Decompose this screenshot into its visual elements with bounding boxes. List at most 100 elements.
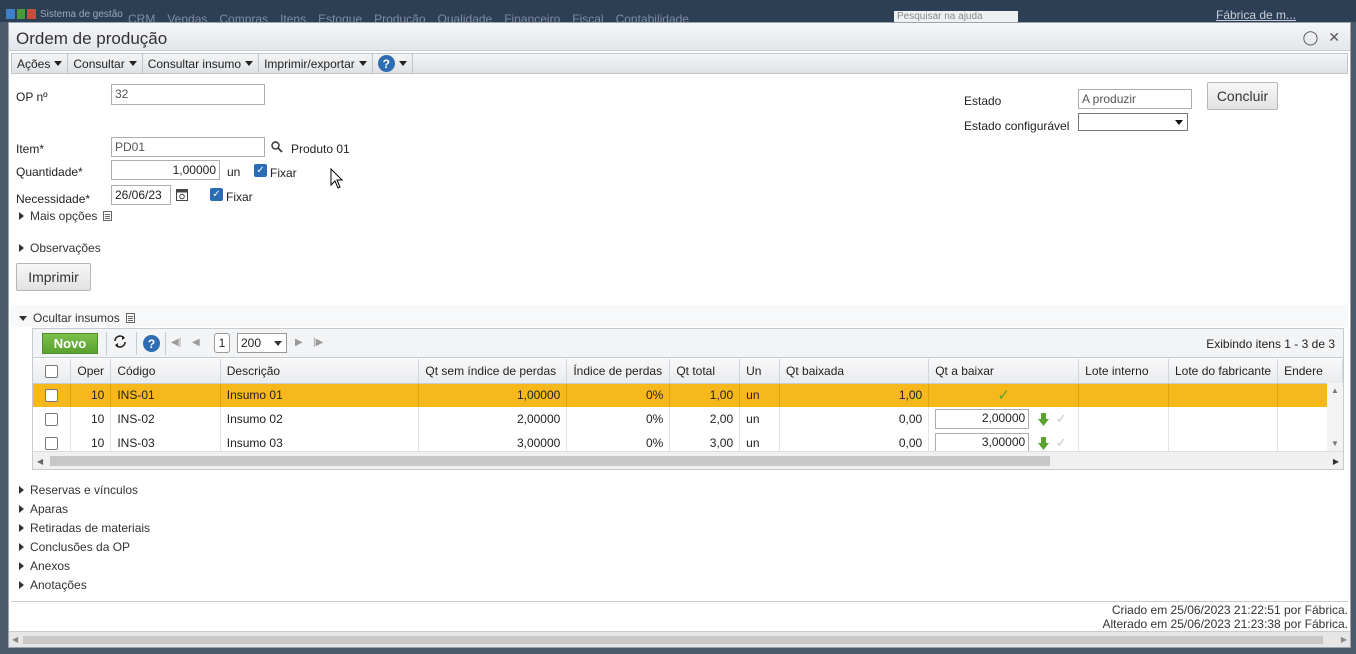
grid-horizontal-scrollbar[interactable]: ◀ ▶ (33, 451, 1343, 469)
scroll-up-icon[interactable]: ▲ (1331, 386, 1339, 395)
consultar-menu[interactable]: Consultar (68, 54, 143, 73)
cell-lote-interno (1078, 383, 1169, 407)
consultar-insumo-label: Consultar insumo (147, 56, 242, 71)
production-order-window: Ordem de produção ◯ ✕ Ações Consultar Co… (8, 22, 1351, 648)
window-horizontal-scrollbar[interactable]: ◀ ▶ (9, 631, 1350, 647)
section-label: Retiradas de materiais (30, 521, 151, 535)
estado-configuravel-select[interactable] (1078, 113, 1188, 131)
table-row[interactable]: 10 INS-02 Insumo 02 2,00000 0% 2,00 un 0… (33, 407, 1343, 431)
grid-help-icon[interactable]: ? (143, 335, 160, 352)
section-label: Reservas e vínculos (30, 483, 139, 497)
op-number-field[interactable]: 32 (111, 84, 265, 105)
section-reservas-vinculos[interactable]: Reservas e vínculos (19, 483, 138, 497)
row-checkbox[interactable] (45, 437, 59, 451)
close-icon[interactable]: ✕ (1328, 29, 1340, 46)
col-header-qt-sem-indice[interactable]: Qt sem índice de perdas (418, 359, 568, 384)
col-header-lote-interno[interactable]: Lote interno (1078, 359, 1169, 384)
ocultar-insumos-toggle[interactable]: Ocultar insumos (19, 311, 135, 325)
quantidade-field[interactable]: 1,00000 (111, 160, 220, 180)
first-page-icon[interactable]: ◀​| (171, 337, 181, 348)
observacoes-toggle[interactable]: Observações (19, 241, 101, 255)
chevron-down-icon (358, 61, 367, 66)
document-icon[interactable] (103, 211, 113, 221)
scroll-left-icon[interactable]: ◀ (37, 457, 43, 466)
confirm-check-icon[interactable]: ✓ (1056, 411, 1067, 427)
scroll-thumb[interactable] (50, 456, 1050, 466)
concluir-button[interactable]: Concluir (1207, 82, 1278, 110)
chevron-down-icon (274, 341, 282, 346)
fixar-quantidade-checkbox[interactable]: ✓ (254, 164, 267, 177)
fixar-necessidade-label: Fixar (226, 190, 253, 204)
consultar-insumo-menu[interactable]: Consultar insumo (143, 54, 260, 73)
col-header-oper[interactable]: Oper (70, 359, 112, 384)
chevron-right-icon (19, 543, 24, 551)
qt-a-baixar-input[interactable]: 2,00000 (935, 409, 1030, 429)
mais-opcoes-toggle[interactable]: Mais opções (19, 209, 113, 223)
col-header-qt-baixada[interactable]: Qt baixada (779, 359, 930, 384)
col-header-qt-a-baixar[interactable]: Qt a baixar (928, 359, 1080, 384)
acoes-menu[interactable]: Ações (12, 54, 69, 73)
next-page-icon[interactable]: ▶ (295, 337, 303, 348)
cell-qt-total: 1,00 (669, 383, 741, 407)
col-header-endereco[interactable]: Endere (1277, 359, 1343, 384)
grid-vertical-scrollbar[interactable]: ▲ ▼ (1327, 383, 1343, 451)
select-all-header[interactable] (33, 359, 72, 384)
prev-page-icon[interactable]: ◀ (192, 337, 200, 348)
arrow-down-icon[interactable] (1037, 436, 1049, 450)
fixar-necessidade-checkbox[interactable]: ✓ (210, 188, 223, 201)
page-size-select[interactable]: 200 (237, 333, 287, 353)
section-aparas[interactable]: Aparas (19, 502, 68, 516)
cell-lote-interno (1078, 407, 1169, 431)
imprimir-button[interactable]: Imprimir (16, 263, 91, 291)
scroll-down-icon[interactable]: ▼ (1331, 439, 1339, 448)
last-page-icon[interactable]: |▶ (313, 337, 323, 348)
grid-status: Exibindo itens 1 - 3 de 3 (1206, 337, 1335, 351)
row-checkbox[interactable] (45, 389, 59, 403)
search-icon[interactable] (271, 141, 283, 153)
created-info: Criado em 25/06/2023 21:22:51 por Fábric… (1111, 603, 1348, 617)
select-all-checkbox[interactable] (45, 364, 59, 378)
audit-footer: Criado em 25/06/2023 21:22:51 por Fábric… (11, 601, 1348, 631)
observacoes-label: Observações (30, 241, 101, 255)
chevron-down-icon (128, 61, 137, 66)
company-link[interactable]: Fábrica de m... (1216, 8, 1296, 22)
col-header-indice-perdas[interactable]: Índice de perdas (566, 359, 671, 384)
section-anotacoes[interactable]: Anotações (19, 578, 87, 592)
col-header-codigo[interactable]: Código (110, 359, 221, 384)
help-menu[interactable]: ? (373, 54, 413, 73)
chevron-down-icon (1175, 120, 1183, 125)
col-header-un[interactable]: Un (739, 359, 781, 384)
page-number-field[interactable]: 1 (214, 333, 230, 353)
col-header-lote-fabricante[interactable]: Lote do fabricante (1168, 359, 1279, 384)
col-header-qt-total[interactable]: Qt total (669, 359, 741, 384)
qt-a-baixar-input[interactable]: 3,00000 (935, 433, 1030, 453)
app-logo (6, 9, 37, 19)
novo-button[interactable]: Novo (42, 333, 98, 354)
cell-qt-baixada: 1,00 (779, 383, 930, 407)
window-title: Ordem de produção (16, 29, 168, 48)
scroll-right-icon[interactable]: ▶ (1333, 457, 1339, 466)
chevron-right-icon (19, 486, 24, 494)
item-field[interactable]: PD01 (111, 137, 265, 157)
section-conclusoes-op[interactable]: Conclusões da OP (19, 540, 130, 554)
row-checkbox[interactable] (45, 413, 59, 427)
col-header-descricao[interactable]: Descrição (220, 359, 420, 384)
section-retiradas-materiais[interactable]: Retiradas de materiais (19, 521, 150, 535)
necessidade-date-field[interactable]: 26/06/23 (111, 185, 171, 205)
comment-icon[interactable]: ◯ (1303, 29, 1319, 46)
scroll-right-icon[interactable]: ▶ (1341, 635, 1347, 644)
calendar-icon[interactable] (176, 188, 188, 201)
refresh-icon[interactable] (113, 335, 127, 348)
document-icon[interactable] (125, 313, 135, 323)
chevron-down-icon (398, 61, 407, 66)
imprimir-exportar-label: Imprimir/exportar (264, 56, 355, 71)
chevron-down-icon (54, 61, 63, 66)
item-description: Produto 01 (291, 142, 350, 156)
imprimir-exportar-menu[interactable]: Imprimir/exportar (259, 54, 373, 73)
scroll-thumb[interactable] (23, 636, 1323, 644)
table-row[interactable]: 10 INS-01 Insumo 01 1,00000 0% 1,00 un 1… (33, 383, 1343, 407)
scroll-left-icon[interactable]: ◀ (12, 635, 18, 644)
arrow-down-icon[interactable] (1037, 412, 1049, 426)
confirm-check-icon[interactable]: ✓ (1056, 435, 1067, 451)
section-anexos[interactable]: Anexos (19, 559, 70, 573)
